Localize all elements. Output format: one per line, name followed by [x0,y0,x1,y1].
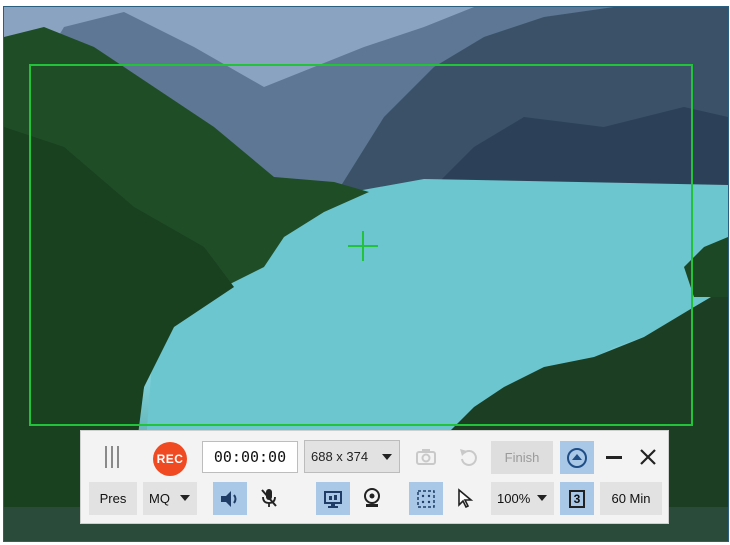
screenshot-button[interactable] [409,441,443,473]
speaker-icon [221,490,237,507]
countdown-toggle[interactable]: 3 [560,482,594,515]
close-icon [640,449,656,465]
chevron-down-icon [382,454,392,460]
webcam-toggle[interactable] [355,482,389,514]
countdown-value: 3 [569,489,585,508]
record-button[interactable]: REC [153,442,187,476]
chevron-down-icon [537,495,547,501]
minimize-button[interactable] [597,441,631,473]
region-select-icon [417,489,435,508]
screen-icon [324,490,342,508]
collapse-button[interactable] [560,441,594,474]
screenshot-icon [416,449,436,465]
quality-value: MQ [149,491,170,506]
webcam-icon [364,488,380,507]
preset-button[interactable]: Pres [89,482,137,515]
minimize-icon [606,456,622,459]
undo-button[interactable] [451,441,485,473]
duration-button[interactable]: 60 Min [600,482,662,515]
resolution-dropdown[interactable]: 688 x 374 [304,440,400,473]
resolution-value: 688 x 374 [311,449,369,464]
chevron-down-icon [180,495,190,501]
recorder-toolbar: REC 00:00:00 688 x 374 Finish Pres MQ 10… [80,430,669,524]
microphone-toggle[interactable] [252,482,286,514]
zoom-value: 100% [497,491,531,506]
cursor-toggle[interactable] [448,482,482,514]
undo-icon [460,449,477,466]
finish-button[interactable]: Finish [491,441,553,474]
cursor-icon [458,488,474,508]
collapse-up-icon [567,447,587,468]
drag-handle-icon[interactable] [101,445,123,469]
recording-timer: 00:00:00 [202,441,298,473]
crosshair-icon-vertical [362,231,364,261]
screen-record-toggle[interactable] [316,482,350,515]
quality-dropdown[interactable]: MQ [143,482,197,515]
microphone-muted-icon [261,489,277,507]
close-button[interactable] [631,441,665,473]
system-audio-toggle[interactable] [213,482,247,515]
zoom-dropdown[interactable]: 100% [491,482,554,515]
region-select-toggle[interactable] [409,482,443,515]
